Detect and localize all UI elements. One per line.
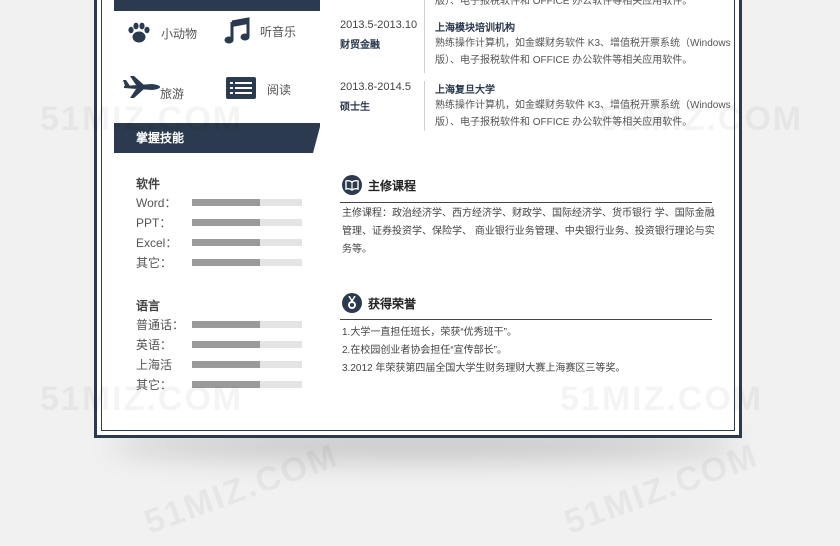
right-column: 版）、电子报税软件和 OFFICE 办公软件等相关应用软件。 2013.5-20…: [340, 0, 731, 430]
edu-major: 财贸金融: [340, 40, 380, 51]
skill-level-fill: [192, 340, 261, 348]
honors-section-header: 获得荣誉: [342, 293, 416, 313]
skill-level-fill: [192, 320, 261, 328]
skill-level-bar: [192, 320, 302, 328]
prev-entry-desc-tail: 版）、电子报税软件和 OFFICE 办公软件等相关应用软件。: [435, 0, 693, 7]
honors-title: 获得荣誉: [368, 296, 417, 311]
edu-school: 上海复旦大学: [435, 85, 495, 96]
timeline-line: [424, 0, 425, 21]
skill-label: Excel：: [136, 235, 178, 250]
skill-label: 英语：: [136, 337, 173, 352]
honor-item: 1.大学一直担任班长，荣获“优秀班干”。: [342, 327, 517, 338]
courses-section-header: 主修课程: [342, 175, 416, 195]
paw-icon: [126, 21, 152, 45]
edu-date: 2013.8-2014.5: [340, 81, 411, 93]
skill-row: 其它：: [136, 254, 316, 270]
honor-item: 3.2012 年荣获第四届全国大学生财务理财大赛上海赛区三等奖。: [342, 363, 626, 374]
courses-text: 主修课程：政治经济学、西方经济学、财政学、国际经济学、货币银行 学、国际金融管理…: [342, 208, 715, 255]
edu-school: 上海模块培训机构: [435, 23, 515, 34]
software-heading: 软件: [136, 177, 161, 191]
hobby-label: 阅读: [267, 82, 292, 97]
skill-row: 普通话：: [136, 316, 316, 332]
music-note-icon: [224, 17, 250, 45]
skill-level-bar: [192, 340, 302, 348]
watermark: 51MIZ.COM: [600, 100, 803, 139]
open-book-icon: [342, 175, 362, 195]
skill-level-fill: [192, 360, 261, 368]
skill-level-bar: [192, 218, 302, 226]
watermark: 51MIZ.COM: [40, 380, 243, 419]
left-header-bar: [114, 0, 320, 11]
hobby-label: 听音乐: [260, 24, 297, 39]
skill-level-fill: [192, 218, 261, 226]
edu-major: 硕士生: [340, 102, 370, 113]
left-column: 小动物 听音乐 旅游 阅读 掌握技能 软件 Word： PPT： Excel： …: [114, 0, 324, 430]
skill-row: 上海活: [136, 356, 316, 372]
skill-level-bar: [192, 198, 302, 206]
hobby-travel: 旅游: [122, 71, 184, 102]
language-heading: 语言: [136, 299, 161, 313]
resume-sheet: 小动物 听音乐 旅游 阅读 掌握技能 软件 Word： PPT： Excel： …: [94, 0, 742, 438]
skill-level-bar: [192, 360, 302, 368]
watermark: 51MIZ.COM: [560, 380, 763, 419]
skill-level-bar: [192, 258, 302, 266]
section-divider: [340, 319, 712, 320]
skill-label: 上海活: [136, 357, 173, 372]
skill-label: Word：: [136, 195, 177, 210]
book-list-icon: [226, 77, 256, 99]
resume-inner-frame: 小动物 听音乐 旅游 阅读 掌握技能 软件 Word： PPT： Excel： …: [101, 0, 735, 431]
skill-row: 英语：: [136, 336, 316, 352]
skill-level-fill: [192, 238, 261, 246]
skill-row: Excel：: [136, 234, 316, 250]
skill-level-fill: [192, 198, 261, 206]
skill-level-fill: [192, 258, 261, 266]
hobby-label: 小动物: [161, 26, 198, 41]
skill-label: 普通话：: [136, 317, 185, 332]
skill-row: PPT：: [136, 214, 316, 230]
hobby-reading: 阅读: [226, 77, 291, 99]
skill-row: Word：: [136, 194, 316, 210]
courses-title: 主修课程: [368, 178, 417, 193]
skill-label: 其它：: [136, 255, 173, 270]
timeline-line: [424, 81, 425, 131]
skill-level-bar: [192, 238, 302, 246]
hobby-music: 听音乐: [224, 17, 296, 45]
skill-label: PPT：: [136, 215, 172, 230]
watermark: 51MIZ.COM: [40, 100, 243, 139]
honor-item: 2.在校园创业者协会担任“宣传部长”。: [342, 345, 507, 356]
section-divider: [340, 202, 712, 203]
medal-icon: [342, 293, 362, 313]
edu-date: 2013.5-2013.10: [340, 19, 418, 31]
honors-list: 1.大学一直担任班长，荣获“优秀班干”。 2.在校园创业者协会担任“宣传部长”。…: [342, 324, 722, 378]
timeline-line: [424, 19, 425, 73]
hobby-animals: 小动物: [126, 21, 197, 45]
edu-desc: 熟练操作计算机，如金蝶财务软件 K3、增值税开票系统（Windows版）、电子报…: [435, 38, 731, 66]
airplane-icon: [122, 74, 162, 100]
